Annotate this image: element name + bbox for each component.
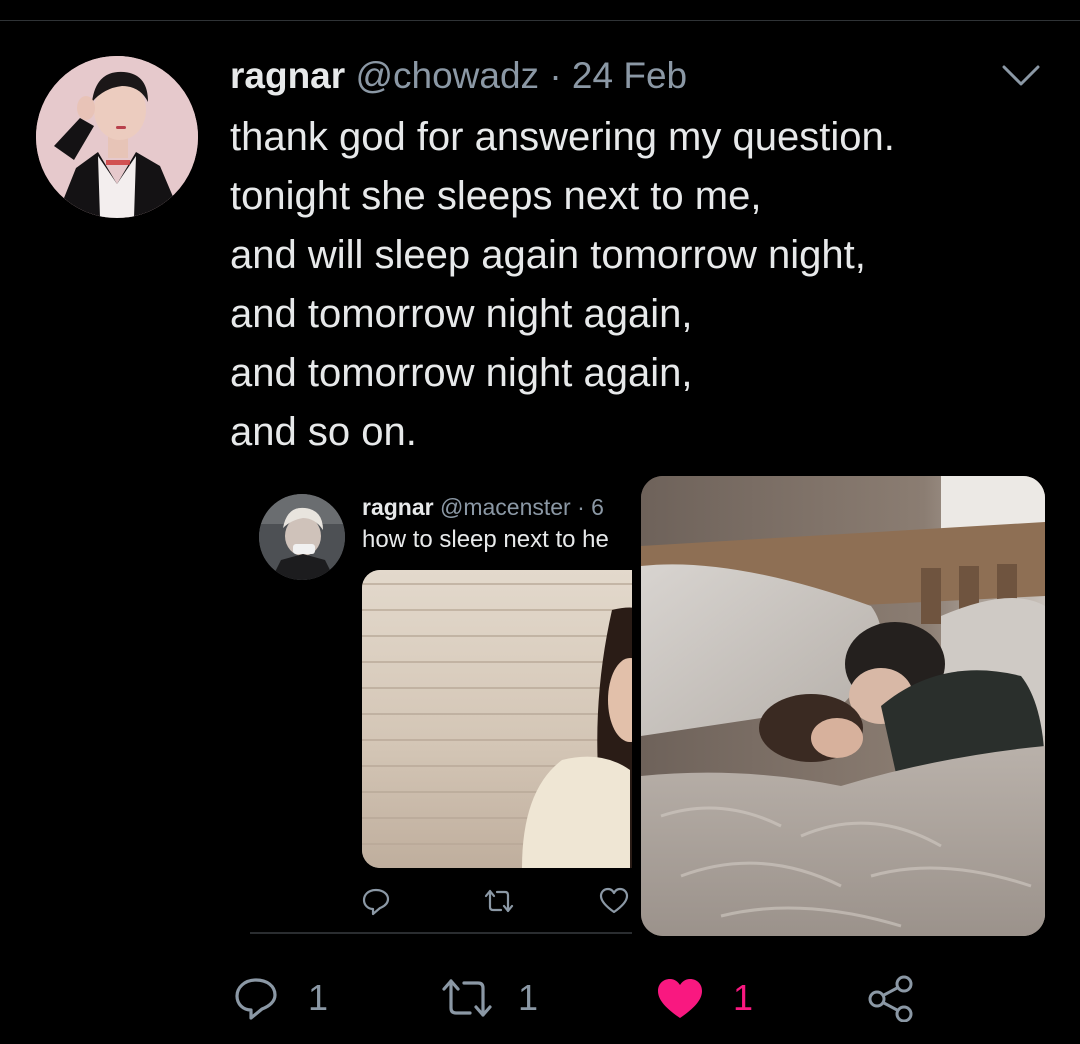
author-handle[interactable]: @chowadz — [355, 55, 539, 96]
share-icon — [868, 975, 913, 1022]
reply-icon — [235, 978, 277, 1020]
tweet-line: and so on. — [230, 410, 417, 454]
quoted-author-handle: @macenster · 6 — [439, 494, 604, 520]
retweet-count: 1 — [518, 977, 539, 1018]
top-divider — [0, 20, 1080, 21]
quoted-author-name: ragnar — [362, 494, 434, 520]
tweet-line: tonight she sleeps next to me, — [230, 174, 762, 218]
tweet-line: and tomorrow night again, — [230, 292, 693, 336]
heart-icon — [599, 887, 629, 914]
tweet-text: thank god for answering my question. ton… — [230, 108, 895, 462]
share-button[interactable] — [866, 970, 920, 1024]
quoted-tweet-screenshot[interactable]: ragnar @macenster · 6 how to sleep next … — [250, 480, 632, 935]
tweet-line: thank god for answering my question. — [230, 115, 895, 159]
reply-icon — [362, 888, 390, 916]
reply-count: 1 — [308, 977, 329, 1018]
quoted-header: ragnar @macenster · 6 — [362, 492, 604, 522]
quoted-photo — [362, 570, 632, 868]
tweet-line: and tomorrow night again, — [230, 351, 693, 395]
chevron-down-icon[interactable] — [1000, 60, 1042, 90]
header-separator: · — [549, 55, 562, 96]
retweet-icon — [442, 979, 492, 1017]
quoted-avatar — [259, 494, 345, 580]
like-count: 1 — [733, 977, 754, 1018]
tweet-line: and will sleep again tomorrow night, — [230, 233, 866, 277]
like-button[interactable]: 1 — [655, 970, 765, 1024]
retweet-button[interactable]: 1 — [440, 970, 550, 1024]
author-avatar[interactable] — [36, 56, 198, 218]
attached-photo[interactable] — [641, 476, 1045, 936]
retweet-icon — [484, 889, 514, 913]
quoted-text: how to sleep next to he — [362, 526, 609, 553]
reply-button[interactable]: 1 — [232, 970, 332, 1024]
heart-icon — [658, 979, 702, 1018]
quoted-divider — [250, 932, 632, 934]
author-name[interactable]: ragnar — [230, 55, 345, 96]
tweet-header: ragnar @chowadz · 24 Feb — [230, 53, 687, 99]
tweet-date[interactable]: 24 Feb — [572, 55, 687, 96]
